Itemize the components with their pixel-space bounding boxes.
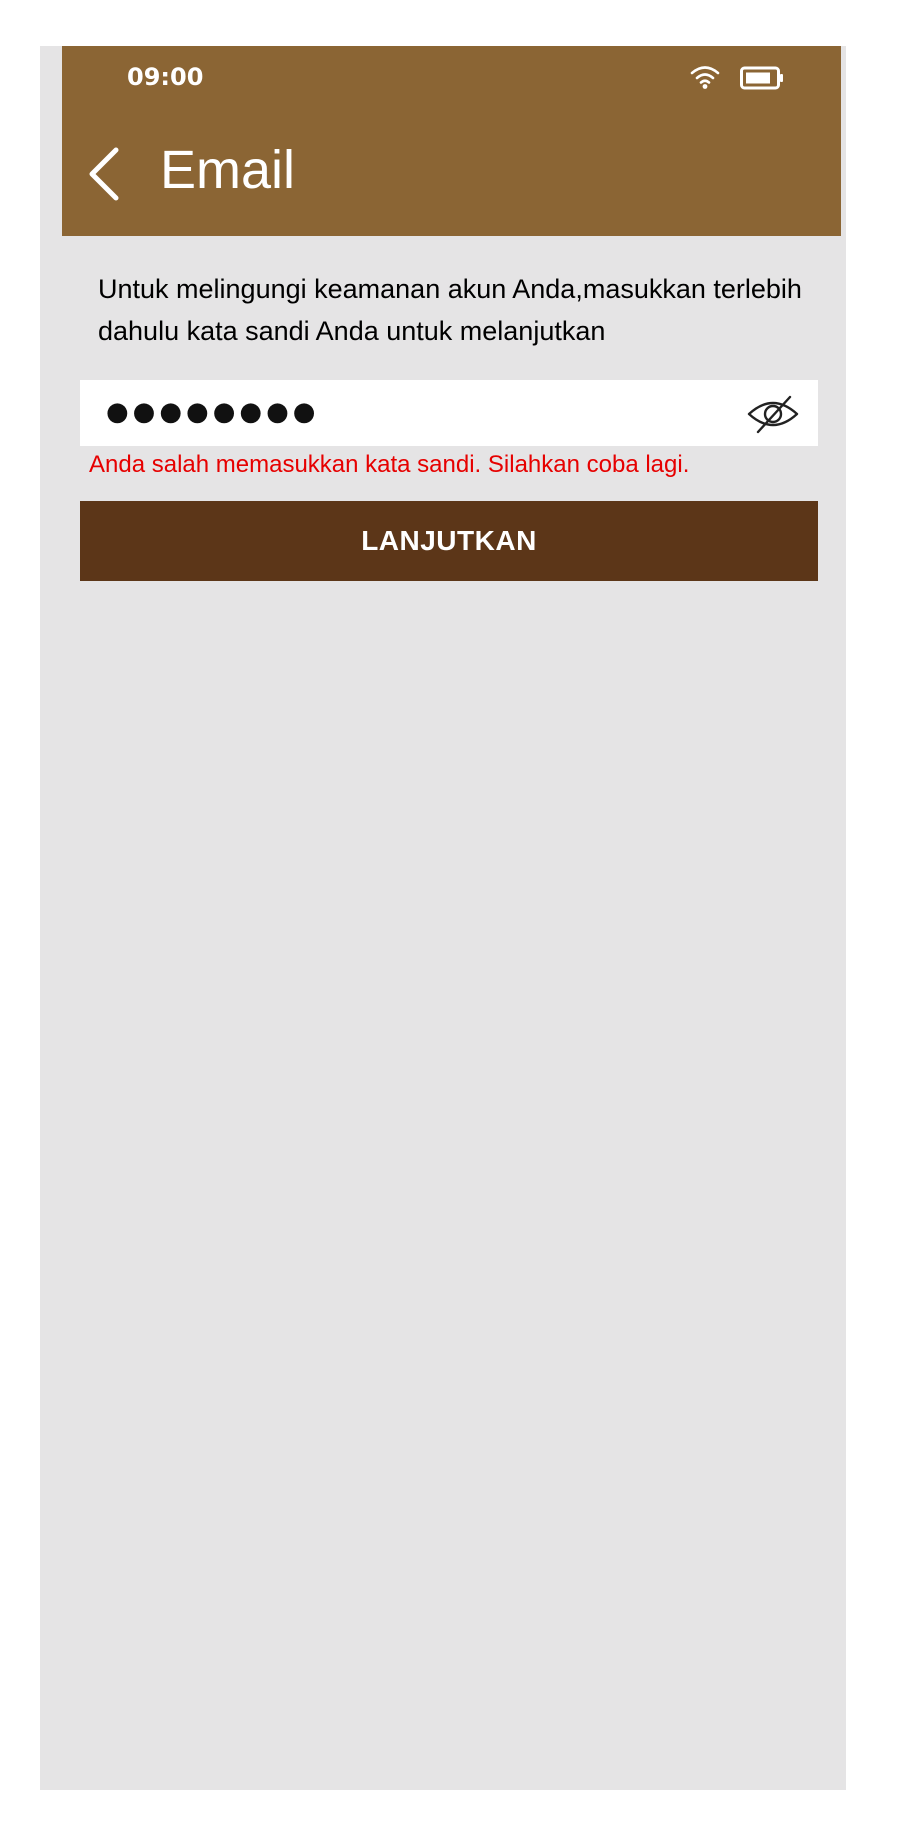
wifi-icon bbox=[690, 66, 720, 89]
battery-icon bbox=[740, 66, 783, 90]
app-bar: 09:00 Email bbox=[62, 46, 841, 236]
password-field[interactable]: ●●●●●●●● bbox=[80, 380, 818, 446]
eye-slash-icon[interactable] bbox=[746, 394, 800, 434]
continue-button[interactable]: LANJUTKAN bbox=[80, 501, 818, 581]
error-message: Anda salah memasukkan kata sandi. Silahk… bbox=[89, 451, 690, 478]
password-value: ●●●●●●●● bbox=[106, 397, 320, 427]
page-title: Email bbox=[160, 140, 296, 200]
chevron-left-icon[interactable] bbox=[82, 142, 126, 206]
status-time: 09:00 bbox=[127, 63, 204, 91]
instruction-text: Untuk melingungi keamanan akun Anda,masu… bbox=[98, 274, 802, 346]
screen: 09:00 Email Untuk melingungi keamanan ak… bbox=[40, 46, 846, 1790]
